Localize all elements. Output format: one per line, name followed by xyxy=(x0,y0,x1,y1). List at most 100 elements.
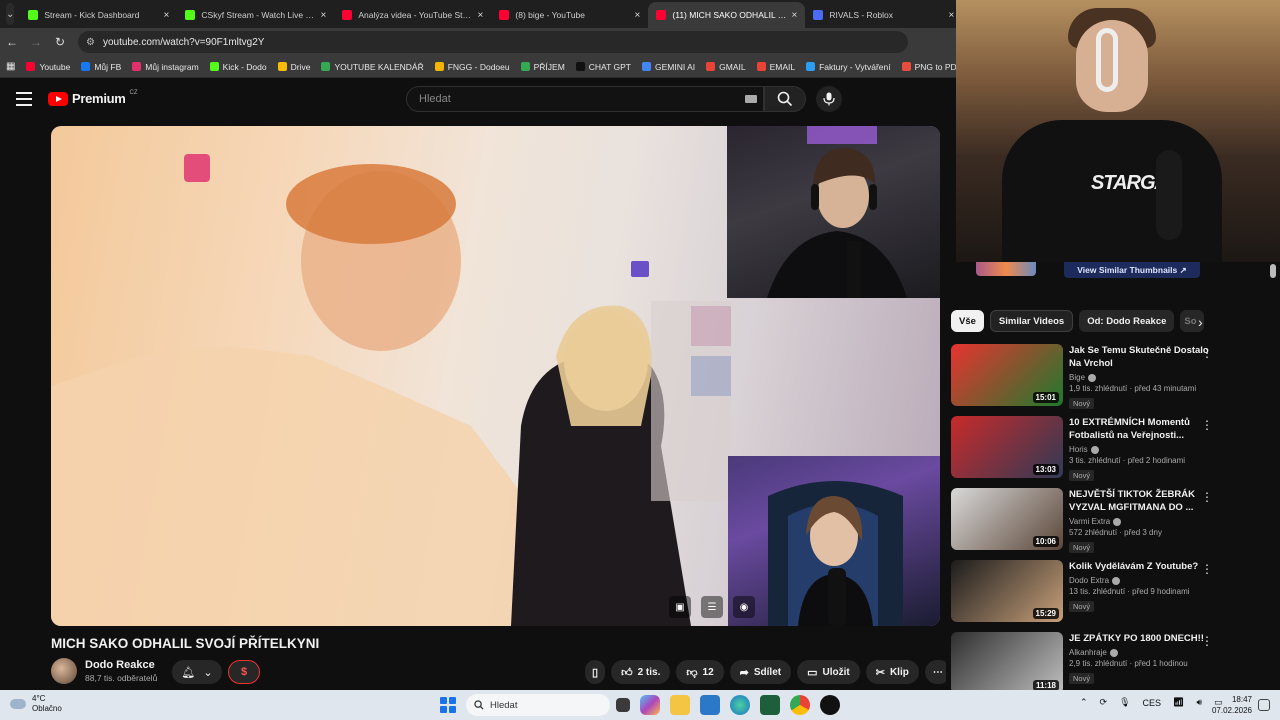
notification-bell-button[interactable]: 🔔︎ ⌄ xyxy=(172,660,222,684)
close-icon[interactable]: × xyxy=(164,10,170,21)
app-g-icon[interactable] xyxy=(820,695,840,715)
copilot-icon[interactable] xyxy=(640,695,660,715)
search-button[interactable] xyxy=(764,86,806,112)
save-to-playlist-button[interactable]: ▭ Uložit xyxy=(797,660,860,684)
bookmark-item[interactable]: Kick - Dodo xyxy=(209,62,267,72)
recommended-video-title[interactable]: Jak Se Temu Skutečně Dostalo Na Vrchol xyxy=(1069,344,1219,370)
wifi-icon[interactable]: 📶︎ xyxy=(1173,697,1184,708)
url-input[interactable]: ⚙ youtube.com/watch?v=90F1mltvg2Y xyxy=(78,31,908,53)
reload-icon[interactable]: ↻ xyxy=(48,35,72,49)
filter-chip[interactable]: Similar Videos xyxy=(989,310,1074,332)
video-thumbnail[interactable]: 11:18 xyxy=(951,632,1063,694)
browser-tab[interactable]: Stream - Kick Dashboard × xyxy=(20,2,177,28)
chevron-up-icon[interactable]: ⌃ xyxy=(1080,697,1088,708)
video-thumbnail[interactable]: 15:29 xyxy=(951,560,1063,622)
back-arrow-icon[interactable]: ← xyxy=(0,35,24,49)
recommended-video[interactable]: 10:06 NEJVĚTŠÍ TIKTOK ŽEBRÁK VYZVAL MGFIT… xyxy=(951,488,1276,560)
youtube-premium-logo[interactable]: Premium CZ xyxy=(48,90,138,106)
recommended-channel-name[interactable]: Alkanhraje xyxy=(1069,648,1107,657)
recommended-video-title[interactable]: JE ZPÁTKY PO 1800 DNECH!! xyxy=(1069,632,1219,645)
file-explorer-icon[interactable] xyxy=(670,695,690,715)
recommended-video-title[interactable]: Kolik Vydělávám Z Youtube? xyxy=(1069,560,1219,573)
notification-center-icon[interactable] xyxy=(1258,699,1270,711)
share-button[interactable]: ➦ Sdílet xyxy=(729,660,792,684)
more-options-icon[interactable]: ⋮ xyxy=(1201,346,1213,360)
close-icon[interactable]: × xyxy=(792,10,798,21)
transcript-icon[interactable]: ☰ xyxy=(701,596,723,618)
bookmark-item[interactable]: EMAIL xyxy=(756,62,795,72)
browser-tab[interactable]: Analýza videa - YouTube Studio × xyxy=(334,2,491,28)
filter-chip[interactable]: Vše xyxy=(951,310,984,332)
video-thumbnail[interactable]: 13:03 xyxy=(951,416,1063,478)
bookmark-item[interactable]: PNG to PDF xyxy=(901,62,956,72)
edge-icon[interactable] xyxy=(730,695,750,715)
more-options-icon[interactable]: ⋮ xyxy=(1201,634,1213,648)
more-options-icon[interactable]: ⋮ xyxy=(1201,562,1213,576)
weather-widget[interactable]: 4°C Oblačno xyxy=(10,694,62,714)
bookmark-item[interactable]: FNGG - Dodoeu xyxy=(434,62,510,72)
filter-chip[interactable]: Od: Dodo Reakce xyxy=(1079,310,1175,332)
recommended-channel-name[interactable]: Dodo Extra xyxy=(1069,576,1109,585)
bookmark-item[interactable]: PŘÍJEM xyxy=(520,62,565,72)
channel-info[interactable]: Dodo Reakce 88,7 tis. odběratelů xyxy=(51,658,157,684)
browser-tab[interactable]: (8) bige - YouTube × xyxy=(491,2,648,28)
close-icon[interactable]: × xyxy=(949,10,955,21)
recommended-video-title[interactable]: 10 EXTRÉMNÍCH Momentů Fotbalistů na Veře… xyxy=(1069,416,1219,442)
browser-tab[interactable]: CSkyf Stream - Watch Live on K × xyxy=(177,2,334,28)
recommended-channel-name[interactable]: Horis xyxy=(1069,445,1088,454)
browser-tab[interactable]: (11) MICH SAKO ODHALIL SVO × xyxy=(648,2,806,28)
view-similar-thumbnails-button[interactable]: View Similar Thumbnails ↗ xyxy=(1064,262,1200,278)
clock[interactable]: 18:47 07.02.2026 xyxy=(1210,694,1252,716)
recommended-channel-name[interactable]: Varmi Extra xyxy=(1069,517,1110,526)
browser-tab[interactable]: RIVALS - Roblox × xyxy=(805,2,962,28)
voice-search-button[interactable] xyxy=(816,86,842,112)
channel-name[interactable]: Dodo Reakce xyxy=(85,659,157,671)
language-indicator[interactable]: CES xyxy=(1143,698,1162,708)
screenshot-camera-icon[interactable]: ◉ xyxy=(733,596,755,618)
clip-button[interactable]: ✂ Klip xyxy=(865,660,919,684)
windows-start-icon[interactable] xyxy=(440,697,456,713)
close-icon[interactable]: × xyxy=(635,10,641,21)
bookmark-item[interactable]: Faktury - Vytváření xyxy=(806,62,891,72)
keyboard-icon[interactable] xyxy=(745,95,757,103)
similar-thumbnails-preview[interactable] xyxy=(976,262,1036,276)
save-bookmark-button[interactable]: ▯ xyxy=(585,660,606,684)
more-options-icon[interactable]: ⋮ xyxy=(1201,490,1213,504)
recommended-video-title[interactable]: NEJVĚTŠÍ TIKTOK ŽEBRÁK VYZVAL MGFITMANA … xyxy=(1069,488,1219,514)
terminal-icon[interactable] xyxy=(760,695,780,715)
channel-avatar[interactable] xyxy=(51,658,77,684)
thanks-dollar-button[interactable]: $ xyxy=(228,660,260,684)
like-button[interactable]: 👍︎ 2 tis. xyxy=(611,660,671,684)
thumbnail-icon[interactable]: ▣ xyxy=(669,596,691,618)
bookmark-item[interactable]: GEMINI AI xyxy=(641,62,695,72)
store-icon[interactable] xyxy=(700,695,720,715)
recommended-video[interactable]: 15:29 Kolik Vydělávám Z Youtube? Dodo Extr… xyxy=(951,560,1276,632)
close-icon[interactable]: × xyxy=(321,10,327,21)
video-thumbnail[interactable]: 10:06 xyxy=(951,488,1063,550)
recommended-channel-name[interactable]: Bige xyxy=(1069,373,1085,382)
video-player[interactable]: ▣ ☰ ◉ xyxy=(51,126,940,626)
taskbar-search[interactable]: Hledat xyxy=(466,694,610,716)
video-thumbnail[interactable]: 15:01 xyxy=(951,344,1063,406)
site-info-icon[interactable]: ⚙ xyxy=(86,37,95,48)
more-options-icon[interactable]: ⋮ xyxy=(1201,418,1213,432)
volume-icon[interactable]: 🔊︎ xyxy=(1196,697,1202,708)
task-view-icon[interactable] xyxy=(616,698,630,712)
tab-search-button[interactable]: ⌄ xyxy=(6,3,15,25)
recommended-video[interactable]: 13:03 10 EXTRÉMNÍCH Momentů Fotbalistů na… xyxy=(951,416,1276,488)
recommended-video[interactable]: 15:01 Jak Se Temu Skutečně Dostalo Na Vrc… xyxy=(951,344,1276,416)
bookmark-item[interactable]: Můj instagram xyxy=(132,62,199,72)
menu-icon[interactable] xyxy=(16,92,32,106)
bookmark-item[interactable]: YOUTUBE KALENDÁŘ xyxy=(321,62,424,72)
sync-icon[interactable]: ⟳ xyxy=(1100,697,1108,708)
chevron-right-icon[interactable]: › xyxy=(1198,314,1203,330)
forward-arrow-icon[interactable]: → xyxy=(24,35,48,49)
close-icon[interactable]: × xyxy=(478,10,484,21)
microphone-tray-icon[interactable]: 🎙︎ xyxy=(1119,697,1130,708)
bookmark-item[interactable]: Drive xyxy=(277,62,310,72)
bookmark-item[interactable]: Můj FB xyxy=(81,62,121,72)
chrome-icon[interactable] xyxy=(790,695,810,715)
bookmark-item[interactable]: GMAIL xyxy=(706,62,746,72)
dislike-button[interactable]: 👎︎ 12 xyxy=(676,660,724,684)
sidebar-scrollbar[interactable] xyxy=(1270,264,1276,278)
